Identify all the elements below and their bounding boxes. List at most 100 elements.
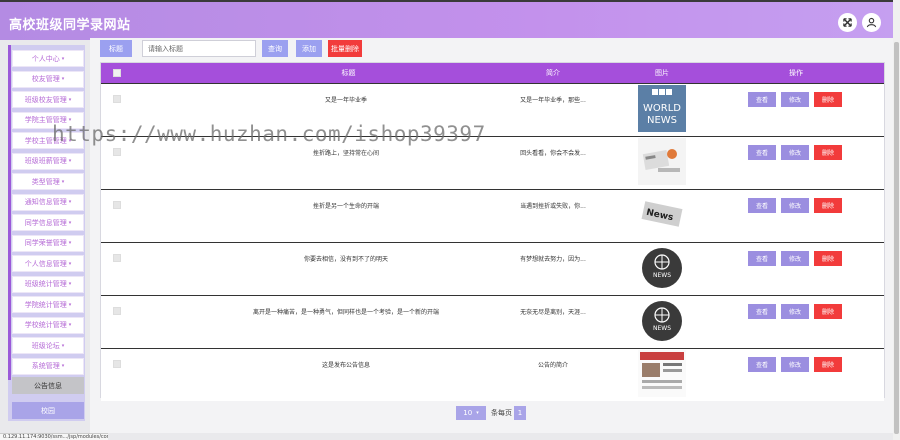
view-button[interactable]: 查看: [748, 145, 776, 160]
sidebar-item[interactable]: 学院统计管理 ▾: [12, 296, 84, 313]
chevron-down-icon: ▾: [61, 363, 65, 369]
row-brief: 有梦想就去努力，因为...: [520, 256, 586, 263]
edit-button[interactable]: 修改: [781, 92, 809, 107]
status-bar-url: 0.129.11.174:9030/ssm.../jsp/modules/con…: [0, 433, 108, 440]
row-brief: 当遇到挫折或失败，你...: [520, 203, 586, 210]
sidebar-item[interactable]: 班级校友管理 ▾: [12, 91, 84, 108]
query-button[interactable]: 查询: [262, 40, 288, 57]
table-header: 标题 简介 图片 操作: [101, 63, 884, 83]
edit-button[interactable]: 修改: [781, 198, 809, 213]
svg-text:WORLD: WORLD: [643, 103, 681, 114]
chevron-down-icon: ▾: [61, 342, 65, 349]
data-table: 标题 简介 图片 操作 又是一年毕业季 又是一年毕业季，那些... WORLD NEW…: [100, 62, 885, 401]
sidebar-item[interactable]: 校友管理 ▾: [12, 70, 84, 88]
row-checkbox[interactable]: [113, 95, 121, 103]
sidebar-item-label: 学院统计管理: [24, 300, 67, 309]
scrollbar-thumb[interactable]: [894, 42, 899, 434]
delete-button[interactable]: 删除: [814, 357, 842, 372]
table-row: 你要去相信，没有到不了的明天 有梦想就去努力，因为... NEWS 查看 修改 删除: [101, 242, 884, 295]
table-row: 这是发布公告信息 公告的简介 查看 修改 删除: [101, 348, 884, 401]
table-row: 挫折是另一个生命的开端 当遇到挫折或失败，你... News 查看 修改 删除: [101, 189, 884, 242]
row-title: 又是一年毕业季: [324, 97, 367, 104]
chevron-down-icon: ▾: [68, 240, 72, 246]
sidebar-item-campus[interactable]: 校园: [12, 402, 84, 419]
chevron-down-icon: ▾: [68, 301, 72, 308]
table-row: 离开是一种痛苦，是一种勇气，但同样也是一个考验，是一个新的开端 无奈无尽是离别，天…: [101, 295, 884, 348]
chevron-down-icon: ▾: [68, 199, 72, 205]
sidebar-item-label: 学校统计管理: [24, 321, 67, 329]
sidebar-accent-strip: [8, 45, 11, 380]
sidebar-item-label: 班级校友管理: [24, 95, 67, 104]
newspaper-thumbnail: News: [638, 191, 686, 238]
page-size-text: 条每页: [491, 409, 512, 417]
sidebar-item-label: 通知信息管理: [24, 198, 67, 206]
page-number-1[interactable]: 1: [514, 406, 526, 420]
sidebar-item[interactable]: 同学信息管理 ▾: [12, 214, 84, 231]
view-button[interactable]: 查看: [748, 357, 776, 372]
chevron-down-icon: ▾: [68, 219, 72, 226]
delete-button[interactable]: 删除: [814, 304, 842, 319]
row-brief: 回头看看，你会不会发...: [520, 150, 586, 157]
delete-button[interactable]: 删除: [814, 145, 842, 160]
delete-button[interactable]: 删除: [814, 92, 842, 107]
header-image: 图片: [655, 69, 669, 77]
row-brief: 无奈无尽是离别，天涯...: [520, 309, 586, 316]
sidebar-item-label: 班级论坛: [31, 341, 60, 350]
user-icon[interactable]: [862, 13, 881, 32]
row-checkbox[interactable]: [113, 307, 121, 315]
header-brief: 简介: [546, 69, 560, 77]
sidebar-item[interactable]: 学校统计管理 ▾: [12, 316, 84, 334]
sidebar-item-announcements[interactable]: 公告信息: [12, 377, 84, 394]
edit-button[interactable]: 修改: [781, 251, 809, 266]
row-title: 挫折路上，坚持常在心间: [312, 150, 379, 157]
fullscreen-icon[interactable]: [838, 13, 857, 32]
page-size-select[interactable]: 10 ▾: [456, 406, 486, 420]
row-title: 你要去相信，没有到不了的明天: [303, 256, 388, 263]
edit-button[interactable]: 修改: [781, 357, 809, 372]
delete-button[interactable]: 删除: [814, 198, 842, 213]
sidebar-item[interactable]: 类型管理 ▾: [12, 173, 84, 190]
sidebar-item-label: 同学信息管理: [24, 218, 67, 227]
sidebar-item[interactable]: 通知信息管理 ▾: [12, 193, 84, 211]
delete-button[interactable]: 删除: [814, 251, 842, 266]
sidebar-item[interactable]: 班级统计管理 ▾: [12, 275, 84, 293]
sidebar-item-label: 系统管理: [31, 362, 60, 370]
chevron-down-icon: ▾: [68, 260, 72, 267]
row-checkbox[interactable]: [113, 201, 121, 209]
top-header: 高校班级同学录网站: [0, 0, 893, 40]
watermark: https://www.huzhan.com/ishop39397: [52, 122, 486, 146]
sidebar-item[interactable]: 班级论坛 ▾: [12, 337, 84, 354]
add-button[interactable]: 添加: [296, 40, 322, 57]
select-all-checkbox[interactable]: [113, 69, 121, 77]
scrollbar[interactable]: [893, 0, 900, 440]
batch-delete-button[interactable]: 批量删除: [328, 40, 362, 57]
row-brief: 又是一年毕业季，那些...: [520, 97, 586, 104]
sidebar-item[interactable]: 班级班薪管理 ▾: [12, 152, 84, 170]
row-brief: 公告的简介: [537, 362, 568, 369]
search-input[interactable]: [142, 40, 256, 57]
sidebar-item-label: 个人信息管理: [24, 259, 67, 268]
view-button[interactable]: 查看: [748, 304, 776, 319]
bbc-world-news-thumbnail: WORLD NEWS: [638, 85, 686, 132]
newspaper-front-thumbnail: [638, 350, 686, 397]
view-button[interactable]: 查看: [748, 198, 776, 213]
title-label-button: 标题: [100, 40, 132, 57]
row-title: 离开是一种痛苦，是一种勇气，但同样也是一个考验，是一个新的开端: [252, 309, 439, 316]
page-size-value: 10: [463, 409, 473, 417]
header-title: 标题: [341, 69, 356, 77]
view-button[interactable]: 查看: [748, 251, 776, 266]
edit-button[interactable]: 修改: [781, 304, 809, 319]
row-checkbox[interactable]: [113, 254, 121, 262]
sidebar-item[interactable]: 同学荣誉管理 ▾: [12, 234, 84, 252]
sidebar-item-label: 班级班薪管理: [24, 157, 67, 165]
edit-button[interactable]: 修改: [781, 145, 809, 160]
sidebar-item[interactable]: 系统管理 ▾: [12, 357, 84, 375]
row-checkbox[interactable]: [113, 360, 121, 368]
svg-text:NEWS: NEWS: [653, 272, 671, 279]
site-title: 高校班级同学录网站: [9, 18, 131, 33]
sidebar-item[interactable]: 个人中心 ▾: [12, 50, 84, 67]
sidebar-item[interactable]: 个人信息管理 ▾: [12, 255, 84, 272]
row-checkbox[interactable]: [113, 148, 121, 156]
view-button[interactable]: 查看: [748, 92, 776, 107]
chevron-down-icon: ▾: [68, 322, 72, 328]
